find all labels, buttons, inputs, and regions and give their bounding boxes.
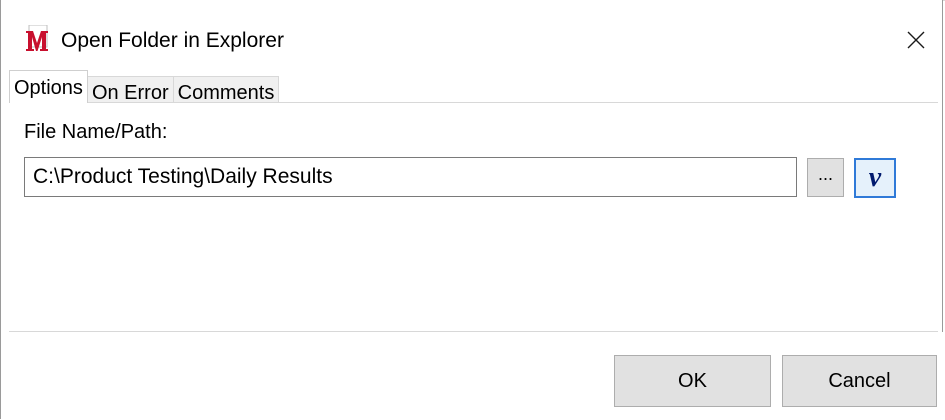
tab-panel-border	[9, 102, 938, 103]
ok-button[interactable]: OK	[614, 355, 771, 407]
path-label: File Name/Path:	[24, 121, 168, 143]
window-title: Open Folder in Explorer	[61, 29, 284, 52]
path-input[interactable]	[24, 157, 797, 197]
tab-options[interactable]: Options	[9, 70, 88, 103]
dialog-window: Open Folder in Explorer Options On Error…	[0, 0, 944, 419]
variable-icon: v	[868, 162, 882, 193]
insert-variable-button[interactable]: v	[854, 158, 896, 198]
tab-on-error[interactable]: On Error	[86, 76, 174, 104]
browse-button[interactable]: ...	[807, 158, 844, 197]
close-icon[interactable]	[902, 26, 930, 54]
tab-strip: Options On Error Comments	[9, 67, 280, 104]
tab-comments[interactable]: Comments	[172, 76, 280, 104]
cancel-button[interactable]: Cancel	[782, 355, 937, 407]
title-bar: Open Folder in Explorer	[1, 8, 944, 64]
m-logo-icon	[25, 24, 49, 53]
